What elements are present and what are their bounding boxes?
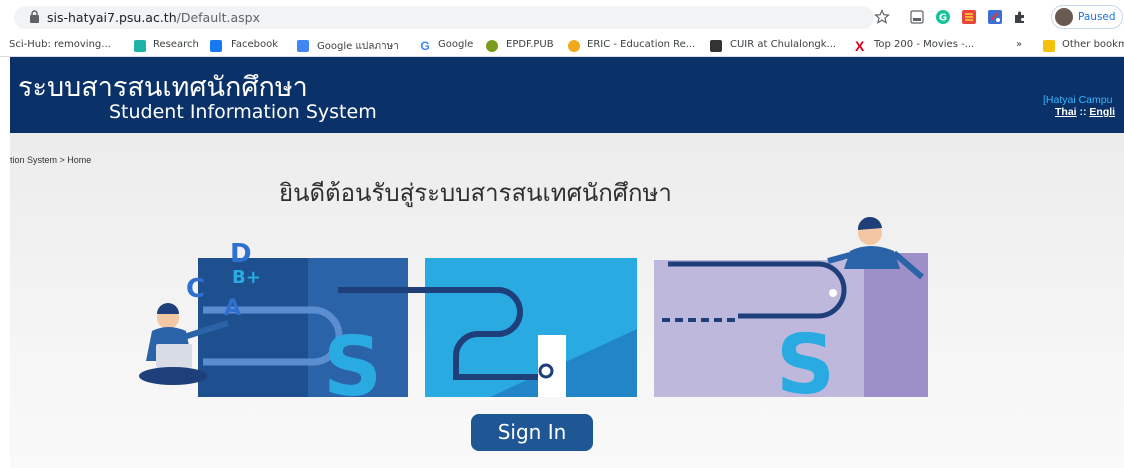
profile-button[interactable]: Paused [1051, 5, 1123, 29]
bookmark-top200[interactable]: Top 200 - Movies -... [874, 39, 974, 50]
breadcrumb: tion System > Home [10, 155, 92, 165]
language-switcher: Thai :: Engli [1055, 106, 1115, 118]
researchgate-icon [134, 40, 146, 52]
bookmark-facebook[interactable]: Facebook [231, 39, 278, 50]
url-text[interactable]: sis-hatyai7.psu.ac.th/Default.aspx [47, 10, 260, 25]
translate-extension-icon[interactable] [987, 9, 1003, 25]
bookmark-google-translate[interactable]: Google แปลภาษา [317, 39, 399, 54]
browser-toolbar: sis-hatyai7.psu.ac.th/Default.aspx G Pau… [0, 0, 1124, 35]
bookmark-scihub[interactable]: Sci-Hub: removing... [9, 39, 111, 50]
cuir-icon [710, 40, 722, 52]
grade-d-letter: D [230, 239, 252, 269]
campus-label: [Hatyai Campu [1043, 94, 1113, 106]
folder-icon [1043, 40, 1055, 52]
svg-text:S: S [776, 318, 835, 403]
lang-thai-link[interactable]: Thai [1055, 106, 1077, 118]
epdf-icon [486, 40, 498, 52]
facebook-icon [210, 40, 222, 52]
lock-icon [30, 10, 39, 23]
star-icon[interactable] [874, 9, 890, 25]
grammarly-icon[interactable]: G [935, 9, 951, 25]
puzzle-icon[interactable] [1012, 9, 1028, 25]
bookmark-eric[interactable]: ERIC - Education Re... [587, 39, 695, 50]
grade-bplus-letter: B+ [232, 267, 261, 288]
profile-status: Paused [1078, 11, 1116, 23]
bookmark-epdf[interactable]: EPDF.PUB [506, 39, 554, 50]
sign-in-button[interactable]: Sign In [471, 414, 593, 451]
bookmark-research[interactable]: Research [153, 39, 199, 50]
panel-s-left: S [198, 258, 408, 403]
site-header: ระบบสารสนเทศนักศึกษา Student Information… [10, 57, 1124, 133]
lang-separator: :: [1076, 106, 1090, 118]
svg-text:S: S [323, 320, 382, 403]
grade-c-letter: C [186, 274, 205, 304]
bookmark-other[interactable]: Other bookm [1062, 39, 1124, 50]
avatar [1055, 8, 1073, 26]
google-translate-icon [297, 40, 309, 52]
grade-a-letter: A [224, 296, 241, 321]
lang-english-link[interactable]: Engli [1089, 106, 1115, 118]
main-content: tion System > Home ยินดีต้อนรับสู่ระบบสา… [10, 133, 1124, 468]
extension-icon[interactable] [961, 9, 977, 25]
panel-s-right: S [654, 253, 928, 403]
bookmarks-overflow[interactable]: » [1016, 39, 1022, 50]
url-path: /Default.aspx [176, 10, 260, 25]
sis-illustration: S S D C B+ A [139, 216, 928, 403]
site-title-english: Student Information System [109, 101, 377, 123]
google-icon: G [419, 39, 431, 53]
reader-icon[interactable] [909, 9, 925, 25]
svg-text:G: G [939, 13, 947, 24]
bookmark-google[interactable]: Google [438, 39, 473, 50]
bookmarks-bar: Sci-Hub: removing... Research Facebook G… [0, 35, 1124, 57]
url-host: sis-hatyai7.psu.ac.th [47, 10, 177, 25]
eric-icon [568, 40, 580, 52]
movies-x-icon: X [855, 38, 865, 54]
welcome-heading: ยินดีต้อนรับสู่ระบบสารสนเทศนักศึกษา [279, 179, 672, 207]
bookmark-cuir[interactable]: CUIR at Chulalongk... [730, 39, 836, 50]
